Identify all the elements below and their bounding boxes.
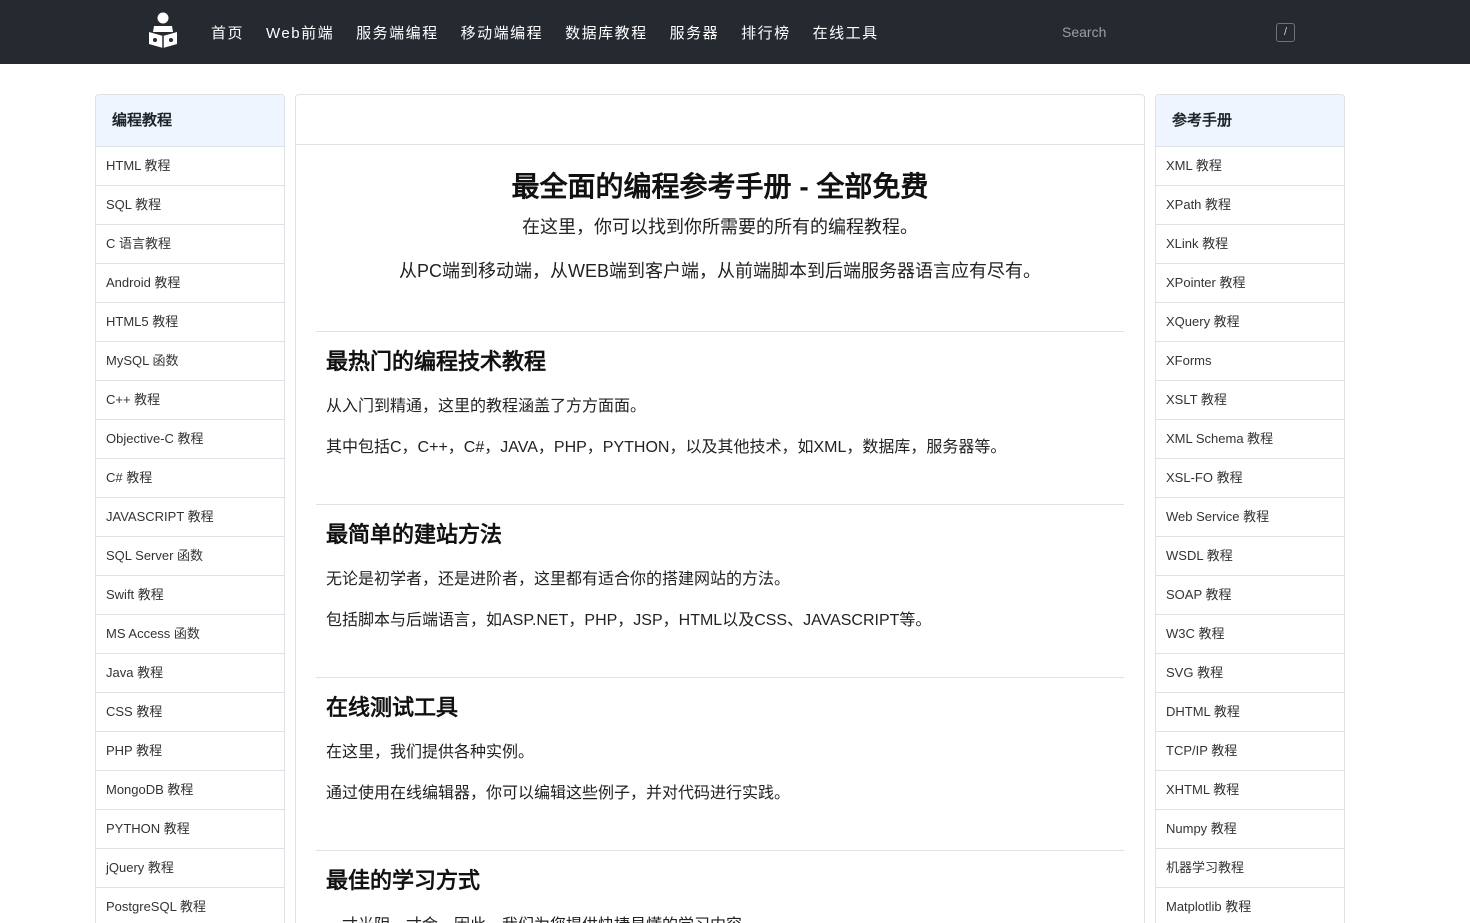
sidebar-item-c[interactable]: C 语言教程: [96, 225, 284, 264]
sidebar-item-xpointer[interactable]: XPointer 教程: [1156, 264, 1344, 303]
sidebar-item-php[interactable]: PHP 教程: [96, 732, 284, 771]
sidebar-item-xhtml[interactable]: XHTML 教程: [1156, 771, 1344, 810]
section-paragraph: 无论是初学者，还是进阶者，这里都有适合你的搭建网站的方法。: [326, 571, 791, 588]
sidebar-item-xslt[interactable]: XSLT 教程: [1156, 381, 1344, 420]
sidebar-item-xpath[interactable]: XPath 教程: [1156, 186, 1344, 225]
sidebar-item-matplotlib[interactable]: Matplotlib 教程: [1156, 888, 1344, 923]
sidebar-item-xml-schema[interactable]: XML Schema 教程: [1156, 420, 1344, 459]
sidebar-item-javascript[interactable]: JAVASCRIPT 教程: [96, 498, 284, 537]
sidebar-item-xforms[interactable]: XForms: [1156, 342, 1344, 381]
main-card-header: [296, 95, 1144, 145]
sidebar-item-html5[interactable]: HTML5 教程: [96, 303, 284, 342]
nav-web-frontend[interactable]: Web前端: [266, 22, 334, 43]
left-sidebar-title: 编程教程: [96, 95, 284, 147]
sidebar-item-numpy[interactable]: Numpy 教程: [1156, 810, 1344, 849]
section-paragraph: 从入门到精通，这里的教程涵盖了方方面面。: [326, 398, 647, 415]
sidebar-item-mysql[interactable]: MySQL 函数: [96, 342, 284, 381]
nav-mobile-programming[interactable]: 移动端编程: [461, 22, 544, 43]
sidebar-item-jquery[interactable]: jQuery 教程: [96, 849, 284, 888]
right-sidebar: 参考手册 XML 教程 XPath 教程 XLink 教程 XPointer 教…: [1155, 94, 1345, 923]
search-shortcut-key: /: [1276, 23, 1295, 42]
section-heading: 最佳的学习方式: [326, 868, 481, 893]
sidebar-item-dhtml[interactable]: DHTML 教程: [1156, 693, 1344, 732]
sidebar-item-sql-server[interactable]: SQL Server 函数: [96, 537, 284, 576]
main-nav: 首页 Web前端 服务端编程 移动端编程 数据库教程 服务器 排行榜 在线工具: [211, 0, 901, 64]
left-sidebar: 编程教程 HTML 教程 SQL 教程 C 语言教程 Android 教程 HT…: [95, 94, 285, 923]
section-paragraph: 通过使用在线编辑器，你可以编辑这些例子，并对代码进行实践。: [326, 785, 791, 802]
nav-rankings[interactable]: 排行榜: [741, 22, 791, 43]
section-popular-tutorials: 最热门的编程技术教程 从入门到精通，这里的教程涵盖了方方面面。 其中包括C，C+…: [316, 331, 1124, 504]
sidebar-item-web-service[interactable]: Web Service 教程: [1156, 498, 1344, 537]
site-logo-icon[interactable]: [146, 11, 180, 49]
sidebar-item-xlink[interactable]: XLink 教程: [1156, 225, 1344, 264]
section-heading: 最简单的建站方法: [326, 522, 503, 547]
sidebar-item-postgresql[interactable]: PostgreSQL 教程: [96, 888, 284, 923]
section-heading: 最热门的编程技术教程: [326, 349, 547, 374]
section-paragraph: 在这里，我们提供各种实例。: [326, 744, 535, 761]
sidebar-item-w3c[interactable]: W3C 教程: [1156, 615, 1344, 654]
search-box: /: [1048, 16, 1298, 48]
section-paragraph: 其中包括C，C++，C#，JAVA，PHP，PYTHON，以及其他技术，如XML…: [326, 439, 1007, 456]
sidebar-item-soap[interactable]: SOAP 教程: [1156, 576, 1344, 615]
sidebar-item-wsdl[interactable]: WSDL 教程: [1156, 537, 1344, 576]
sidebar-item-android[interactable]: Android 教程: [96, 264, 284, 303]
nav-server-programming[interactable]: 服务端编程: [356, 22, 439, 43]
sidebar-item-machine-learning[interactable]: 机器学习教程: [1156, 849, 1344, 888]
sidebar-item-html[interactable]: HTML 教程: [96, 147, 284, 186]
section-best-learning: 最佳的学习方式 一寸光阴一寸金，因此，我们为您提供快捷易懂的学习内容。: [316, 850, 1124, 923]
sidebar-item-mongodb[interactable]: MongoDB 教程: [96, 771, 284, 810]
sidebar-item-sql[interactable]: SQL 教程: [96, 186, 284, 225]
sidebar-item-svg[interactable]: SVG 教程: [1156, 654, 1344, 693]
sidebar-item-tcp-ip[interactable]: TCP/IP 教程: [1156, 732, 1344, 771]
section-heading: 在线测试工具: [326, 695, 459, 720]
page-subtitle: 在这里，你可以找到你所需要的所有的编程教程。: [522, 217, 918, 237]
page-title: 最全面的编程参考手册 - 全部免费: [511, 171, 929, 202]
sidebar-item-ms-access[interactable]: MS Access 函数: [96, 615, 284, 654]
sidebar-item-xquery[interactable]: XQuery 教程: [1156, 303, 1344, 342]
page-description: 从PC端到移动端，从WEB端到客户端，从前端脚本到后端服务器语言应有尽有。: [398, 261, 1041, 281]
sidebar-item-csharp[interactable]: C# 教程: [96, 459, 284, 498]
section-online-tools: 在线测试工具 在这里，我们提供各种实例。 通过使用在线编辑器，你可以编辑这些例子…: [316, 677, 1124, 850]
sidebar-item-cpp[interactable]: C++ 教程: [96, 381, 284, 420]
nav-database-tutorials[interactable]: 数据库教程: [565, 22, 648, 43]
section-site-building: 最简单的建站方法 无论是初学者，还是进阶者，这里都有适合你的搭建网站的方法。 包…: [316, 504, 1124, 677]
sidebar-item-css[interactable]: CSS 教程: [96, 693, 284, 732]
nav-servers[interactable]: 服务器: [670, 22, 720, 43]
sidebar-item-python[interactable]: PYTHON 教程: [96, 810, 284, 849]
nav-home[interactable]: 首页: [211, 22, 244, 43]
search-input[interactable]: [1062, 16, 1262, 48]
sidebar-item-xml[interactable]: XML 教程: [1156, 147, 1344, 186]
sidebar-item-xsl-fo[interactable]: XSL-FO 教程: [1156, 459, 1344, 498]
section-paragraph: 一寸光阴一寸金，因此，我们为您提供快捷易懂的学习内容。: [326, 911, 758, 923]
sidebar-item-java[interactable]: Java 教程: [96, 654, 284, 693]
nav-online-tools[interactable]: 在线工具: [813, 22, 879, 43]
right-sidebar-title: 参考手册: [1156, 95, 1344, 147]
sidebar-item-swift[interactable]: Swift 教程: [96, 576, 284, 615]
section-paragraph: 包括脚本与后端语言，如ASP.NET，PHP，JSP，HTML以及CSS、JAV…: [326, 612, 932, 629]
main-content: 最全面的编程参考手册 - 全部免费 在这里，你可以找到你所需要的所有的编程教程。…: [295, 94, 1145, 923]
sidebar-item-objective-c[interactable]: Objective-C 教程: [96, 420, 284, 459]
top-navbar: 首页 Web前端 服务端编程 移动端编程 数据库教程 服务器 排行榜 在线工具 …: [0, 0, 1470, 64]
